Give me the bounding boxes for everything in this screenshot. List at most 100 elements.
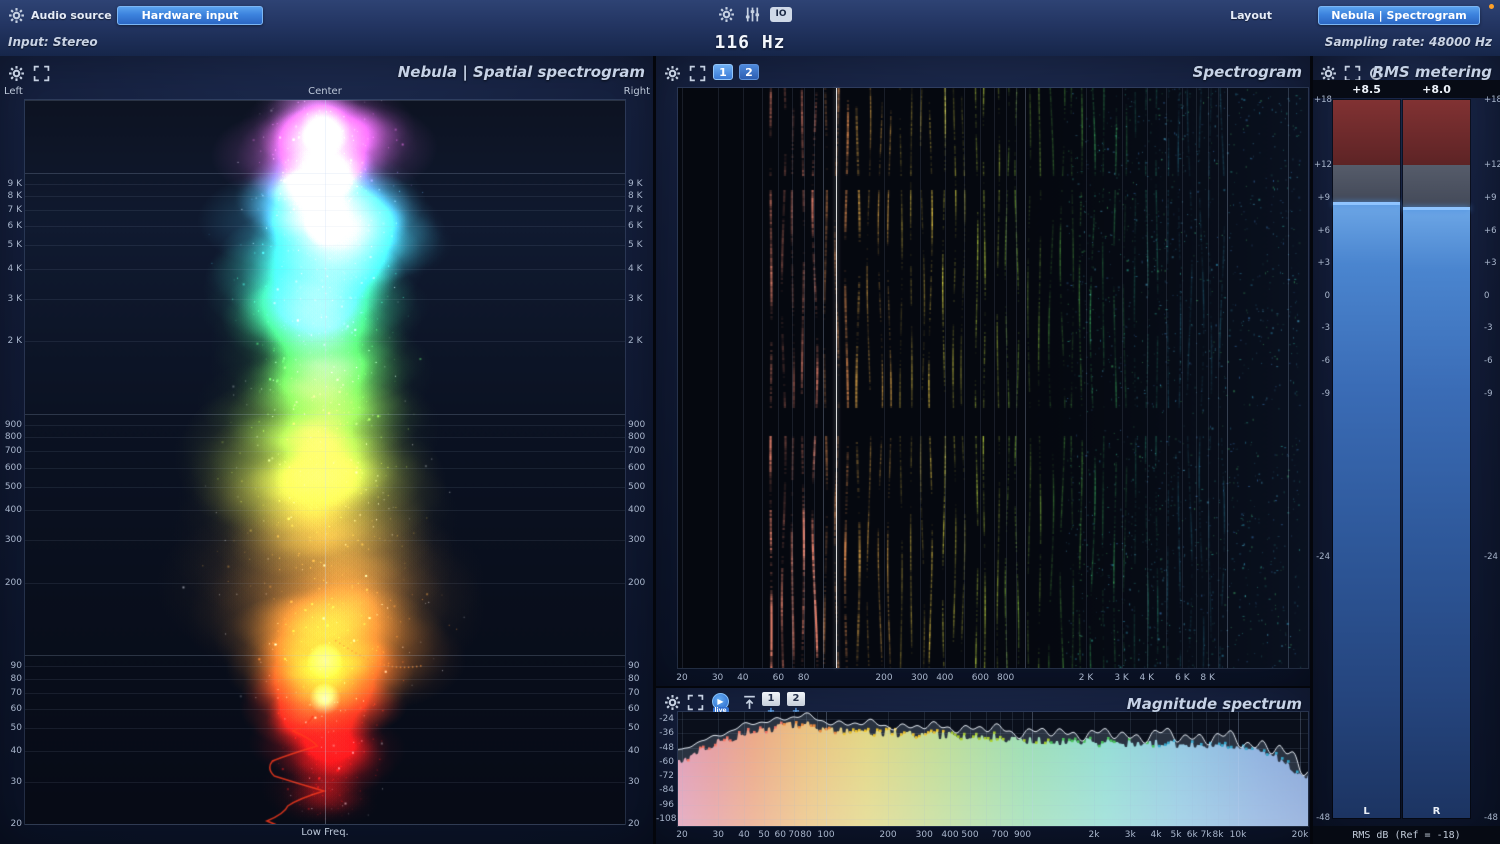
peak-indicator: [1403, 207, 1470, 211]
axis-tick-label: 800: [628, 432, 646, 443]
settings-icon[interactable]: [8, 7, 25, 24]
fullscreen-icon[interactable]: [689, 65, 706, 82]
axis-tick-label: 6 K: [628, 221, 643, 232]
frequency-marker-line[interactable]: [836, 88, 838, 668]
meter-scale-label: +9: [1484, 192, 1497, 203]
grid-line: [950, 712, 951, 826]
settings-icon[interactable]: [664, 694, 681, 711]
grid-line: [1195, 88, 1197, 668]
grid-line: [884, 88, 885, 668]
grid-line: [1227, 88, 1229, 668]
axis-tick-label: 8 K: [628, 191, 643, 202]
meter-scale-label: -24: [1484, 551, 1498, 562]
grid-line: [1012, 712, 1013, 826]
grid-line: [944, 88, 946, 668]
axis-tick-label: 9 K: [628, 178, 643, 189]
axis-tick-label: 300: [628, 535, 646, 546]
magnitude-spectrum-panel: ▶ live 1 + 2 + Magnitude spectrum -24-36…: [656, 688, 1310, 844]
io-icon[interactable]: IO: [770, 7, 792, 22]
grid-line: [718, 712, 720, 826]
grid-line: [780, 712, 782, 826]
meter-scale-label: +3: [1484, 258, 1497, 269]
layout-preset-button[interactable]: Nebula | Spectrogram: [1318, 6, 1480, 25]
axis-tick-label: 60: [10, 703, 22, 714]
meter-bar-right[interactable]: [1402, 99, 1471, 819]
freq-axis-bottom: 20 30 40 50 60 70 80 100 200 300 400 500 700 900 2k 3k 4…: [656, 828, 1310, 842]
axis-tick-label: 5 K: [7, 240, 23, 251]
axis-tick-label: 3k: [1124, 830, 1136, 840]
grid-line: [1238, 712, 1239, 826]
view-1-button[interactable]: 1: [713, 64, 733, 80]
axis-tick-label: 400: [4, 505, 22, 516]
grid-line: [1016, 88, 1017, 668]
channel-strip-icon[interactable]: [744, 6, 761, 23]
grid-line: [678, 761, 1308, 763]
peak-indicator: [1333, 201, 1400, 205]
grid-line: [778, 88, 780, 668]
grid-line: [826, 712, 827, 826]
axis-tick-label: -24: [659, 714, 674, 725]
grid-line: [1130, 712, 1132, 826]
view-2-button[interactable]: 2: [739, 64, 759, 80]
axis-tick-label: 90: [10, 661, 22, 672]
axis-tick-label: 30: [712, 830, 724, 840]
frequency-readout: 116 Hz: [714, 32, 786, 53]
fullscreen-icon[interactable]: [33, 65, 50, 82]
meter-scale-label: -6: [1321, 356, 1330, 367]
settings-icon[interactable]: [8, 65, 25, 82]
audio-source-label: Audio source: [31, 9, 112, 22]
grid-line: [678, 747, 1308, 749]
axis-tick-label: 200: [628, 577, 646, 588]
axis-tick-label: -108: [656, 813, 677, 824]
headroom-zone: [1403, 165, 1470, 209]
layout-label: Layout: [1230, 9, 1272, 22]
grid-line: [682, 88, 683, 668]
axis-tick-label: 10k: [1229, 830, 1247, 840]
hardware-input-button[interactable]: Hardware input: [117, 6, 263, 25]
spatial-spectrogram-panel: Nebula | Spatial spectrogram Left Center…: [0, 56, 653, 844]
top-bar: Audio source Hardware input IO Layout Ne…: [0, 0, 1500, 56]
rms-metering-panel: RMS metering +8.5 +8.0 +18 +12 +9 +6 +3 0 -3 -6…: [1313, 56, 1500, 844]
grid-line: [888, 712, 889, 826]
meter-bar-left[interactable]: [1332, 99, 1401, 819]
axis-tick-label: 2 K: [1078, 673, 1094, 683]
grid-line: [1207, 88, 1209, 668]
live-play-button[interactable]: ▶ live: [712, 693, 729, 714]
db-scale-right: +18 +12 +9 +6 +3 0 -3 -6 -9 -24 -48: [1484, 95, 1500, 823]
pan-right-label: Right: [623, 86, 650, 97]
meter-scale-label: -48: [1316, 813, 1330, 823]
spatial-spectrogram-plot[interactable]: [24, 99, 626, 825]
axis-tick-label: 80: [10, 673, 22, 684]
axis-tick-label: 6 K: [7, 221, 23, 232]
meter-scale-label: -9: [1484, 388, 1493, 399]
grid-line: [742, 88, 744, 668]
axis-tick-label: 40: [10, 746, 22, 757]
grid-line: [1192, 712, 1194, 826]
db-scale-left: +18 +12 +9 +6 +3 0 -3 -6 -9 -24 -48: [1314, 95, 1332, 823]
magnitude-spectrum-plot[interactable]: [677, 711, 1309, 827]
axis-tick-label: 80: [628, 673, 640, 684]
fullscreen-icon[interactable]: [687, 694, 704, 711]
axis-tick-label: 600: [4, 462, 22, 473]
over-zone: [1403, 100, 1470, 166]
peak-hold-icon[interactable]: [741, 694, 758, 711]
axis-tick-label: 3 K: [7, 293, 23, 304]
settings-icon[interactable]: [718, 6, 735, 23]
panel-title: RMS metering: [1372, 63, 1492, 81]
grid-line: [762, 88, 764, 668]
spectrogram-plot[interactable]: [677, 87, 1309, 669]
grid-line: [682, 712, 683, 826]
meter-scale-label: -6: [1484, 356, 1493, 367]
settings-icon[interactable]: [664, 65, 681, 82]
grid-line: [1166, 88, 1168, 668]
grid-line: [1094, 712, 1095, 826]
meter-scale-label: 0: [1324, 290, 1330, 301]
axis-tick-label: 100: [817, 830, 835, 840]
grid-line: [678, 790, 1308, 792]
axis-tick-label: 4 K: [7, 263, 23, 274]
slot-1-button[interactable]: 1: [762, 692, 780, 706]
meter-scale-label: +12: [1314, 160, 1332, 171]
grid-line: [1182, 88, 1184, 668]
axis-tick-label: 20: [676, 830, 688, 840]
slot-2-button[interactable]: 2: [787, 692, 805, 706]
